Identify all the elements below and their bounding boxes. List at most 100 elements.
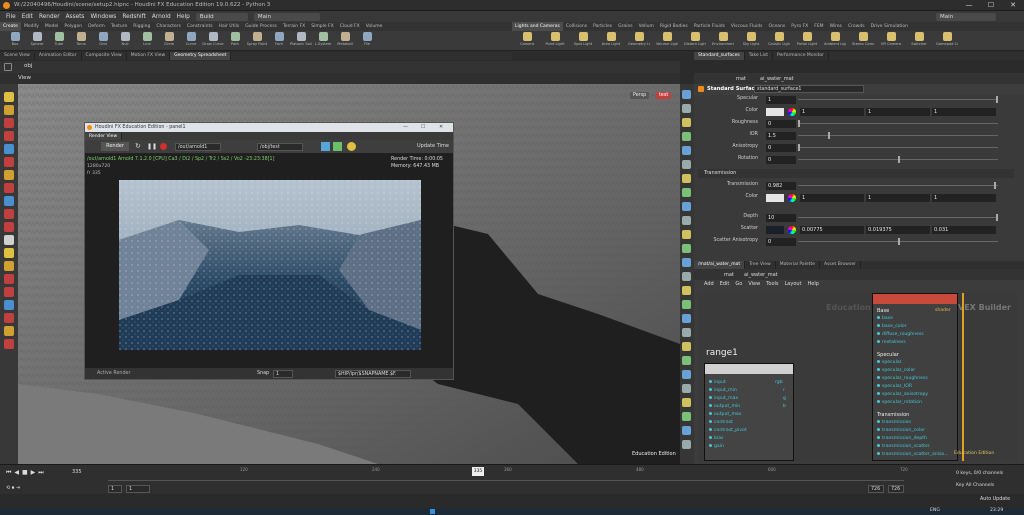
range-input-port[interactable]: contrast	[709, 420, 733, 425]
shader-port[interactable]: metalness	[877, 340, 906, 345]
rotation-field[interactable]: 0	[766, 156, 796, 164]
shelf-tool-l-system[interactable]: L-System	[312, 32, 334, 50]
specular-slider[interactable]	[798, 96, 998, 103]
shelf-tab[interactable]: Particles	[590, 22, 615, 31]
menu-edit[interactable]: Edit	[22, 14, 33, 20]
viewport-tool-icon[interactable]	[4, 339, 14, 349]
network-menu-item[interactable]: Go	[735, 281, 742, 291]
shelf-tool-circle[interactable]: Circle	[158, 32, 180, 50]
shader-port[interactable]: transmission_color	[877, 428, 925, 433]
display-option-icon[interactable]	[682, 174, 691, 183]
range-input-port[interactable]: output_max	[709, 412, 741, 417]
shelf-tool-platonic-solids[interactable]: Platonic Solids	[290, 32, 312, 50]
time-slider[interactable]: 120 240 360 480 600 720 335	[108, 467, 908, 481]
menu-help[interactable]: Help	[177, 14, 190, 20]
display-option-icon[interactable]	[682, 258, 691, 267]
network-menu-item[interactable]: Add	[704, 281, 714, 291]
anisotropy-slider[interactable]	[798, 144, 998, 151]
shelf-tool-vr-camera[interactable]: VR Camera	[880, 32, 902, 50]
range-input-port[interactable]: bias	[709, 436, 723, 441]
rop-path-field[interactable]: /out/arnold1	[175, 143, 221, 151]
transmission-slider[interactable]	[798, 182, 998, 189]
shelf-tab[interactable]: Drive Simulation	[868, 22, 911, 31]
shelf-tool-path[interactable]: Path	[224, 32, 246, 50]
playback-controls[interactable]: ⏮◀■▶⏭	[6, 469, 47, 477]
viewport-tool-icon[interactable]	[4, 287, 14, 297]
specular-field[interactable]: 1	[766, 96, 796, 104]
shelf-tool-environment-light[interactable]: Environment Light	[712, 32, 734, 50]
scatter-b[interactable]: 0.031	[932, 226, 996, 234]
shelf-tab[interactable]: Simple FX	[308, 22, 336, 31]
shelf-tab[interactable]: Cloud FX	[337, 22, 363, 31]
display-option-icon[interactable]	[682, 286, 691, 295]
range-input-port[interactable]: input_min	[709, 388, 737, 393]
desktop-selector[interactable]: Main	[253, 12, 320, 21]
range-input-port[interactable]: input_max	[709, 396, 738, 401]
network-menu-item[interactable]: Edit	[720, 281, 730, 291]
close-button[interactable]: ✕	[439, 123, 443, 132]
shelf-tool-camera[interactable]: Camera	[516, 32, 538, 50]
scatter-anisotropy-field[interactable]: 0	[766, 238, 796, 246]
shelf-tab[interactable]: Create	[0, 22, 21, 31]
trans-color-r[interactable]: 1	[800, 194, 864, 202]
slider-knob[interactable]	[798, 120, 800, 127]
range-input-port[interactable]: output_min	[709, 404, 740, 409]
shelf-tab[interactable]: Grains	[615, 22, 636, 31]
viewport-tool-icon[interactable]	[4, 170, 14, 180]
display-option-icon[interactable]	[682, 272, 691, 281]
shelf-tab[interactable]: FEM	[811, 22, 826, 31]
pane-tab[interactable]: Scene View	[0, 52, 35, 60]
display-option-icon[interactable]	[682, 440, 691, 449]
network-tab[interactable]: Material Palette	[776, 261, 820, 269]
viewport-tool-icon[interactable]	[4, 92, 14, 102]
shader-port[interactable]: base	[877, 316, 893, 321]
range-output-port[interactable]: g	[783, 396, 786, 401]
viewport-tool-icon[interactable]	[4, 183, 14, 193]
shelf-tool-geometry-light[interactable]: Geometry Light	[628, 32, 650, 50]
shelf-tool-torus[interactable]: Torus	[70, 32, 92, 50]
shader-port[interactable]: specular_rotation	[877, 400, 922, 405]
network-tab[interactable]: Tree View	[745, 261, 776, 269]
slider-knob[interactable]	[996, 96, 998, 103]
maximize-button[interactable]: ☐	[421, 123, 425, 132]
color-wheel-icon[interactable]	[788, 194, 796, 202]
shelf-tool-grid[interactable]: Grid	[92, 32, 114, 50]
pane-tab[interactable]: Animation Editor	[35, 52, 82, 60]
shelf-tab[interactable]: Constraints	[184, 22, 216, 31]
slider-knob[interactable]	[994, 182, 996, 189]
shelf-tab[interactable]: Model	[42, 22, 62, 31]
section-transmission[interactable]: Transmission	[698, 169, 1014, 178]
shelf-tab[interactable]: Particle Fluids	[691, 22, 728, 31]
range-input-port[interactable]: input	[709, 380, 726, 385]
shelf-tab[interactable]: Characters	[153, 22, 184, 31]
shelf-tab[interactable]: Wires	[827, 22, 845, 31]
language-indicator[interactable]: ENG	[930, 508, 940, 513]
shader-port[interactable]: specular_roughness	[877, 376, 928, 381]
viewport-tool-icon[interactable]	[4, 157, 14, 167]
build-selector[interactable]: Build	[195, 12, 248, 21]
viewport-tool-icon[interactable]	[4, 105, 14, 115]
shader-output-port[interactable]: shader	[935, 308, 951, 313]
slider-knob[interactable]	[996, 214, 998, 221]
display-option-icon[interactable]	[682, 356, 691, 365]
start-frame-field[interactable]: 1	[108, 485, 122, 493]
viewport-tool-icon[interactable]	[4, 313, 14, 323]
node-name-field[interactable]: standard_surface1	[754, 85, 864, 93]
display-option-icon[interactable]	[682, 90, 691, 99]
display-option-icon[interactable]	[682, 118, 691, 127]
display-option-icon[interactable]	[682, 230, 691, 239]
shelf-tool-file[interactable]: File	[356, 32, 378, 50]
shelf-tab[interactable]: Volume	[363, 22, 386, 31]
shader-port[interactable]: transmission	[877, 420, 911, 425]
playback-options[interactable]: ⟲ ⏹ ⇥	[6, 485, 20, 491]
shelf-tab[interactable]: Vellum	[636, 22, 657, 31]
menu-file[interactable]: File	[6, 14, 16, 20]
shader-port[interactable]: transmission_depth	[877, 436, 927, 441]
start-frame-field-2[interactable]: 1	[126, 485, 150, 493]
path-node[interactable]: ai_water_mat	[760, 76, 794, 82]
scatter-r[interactable]: 0.00775	[800, 226, 864, 234]
display-option-icon[interactable]	[682, 314, 691, 323]
minimize-button[interactable]: —	[403, 123, 408, 132]
shelf-tab[interactable]: Rigging	[130, 22, 153, 31]
snapshot-icon[interactable]	[321, 142, 330, 151]
